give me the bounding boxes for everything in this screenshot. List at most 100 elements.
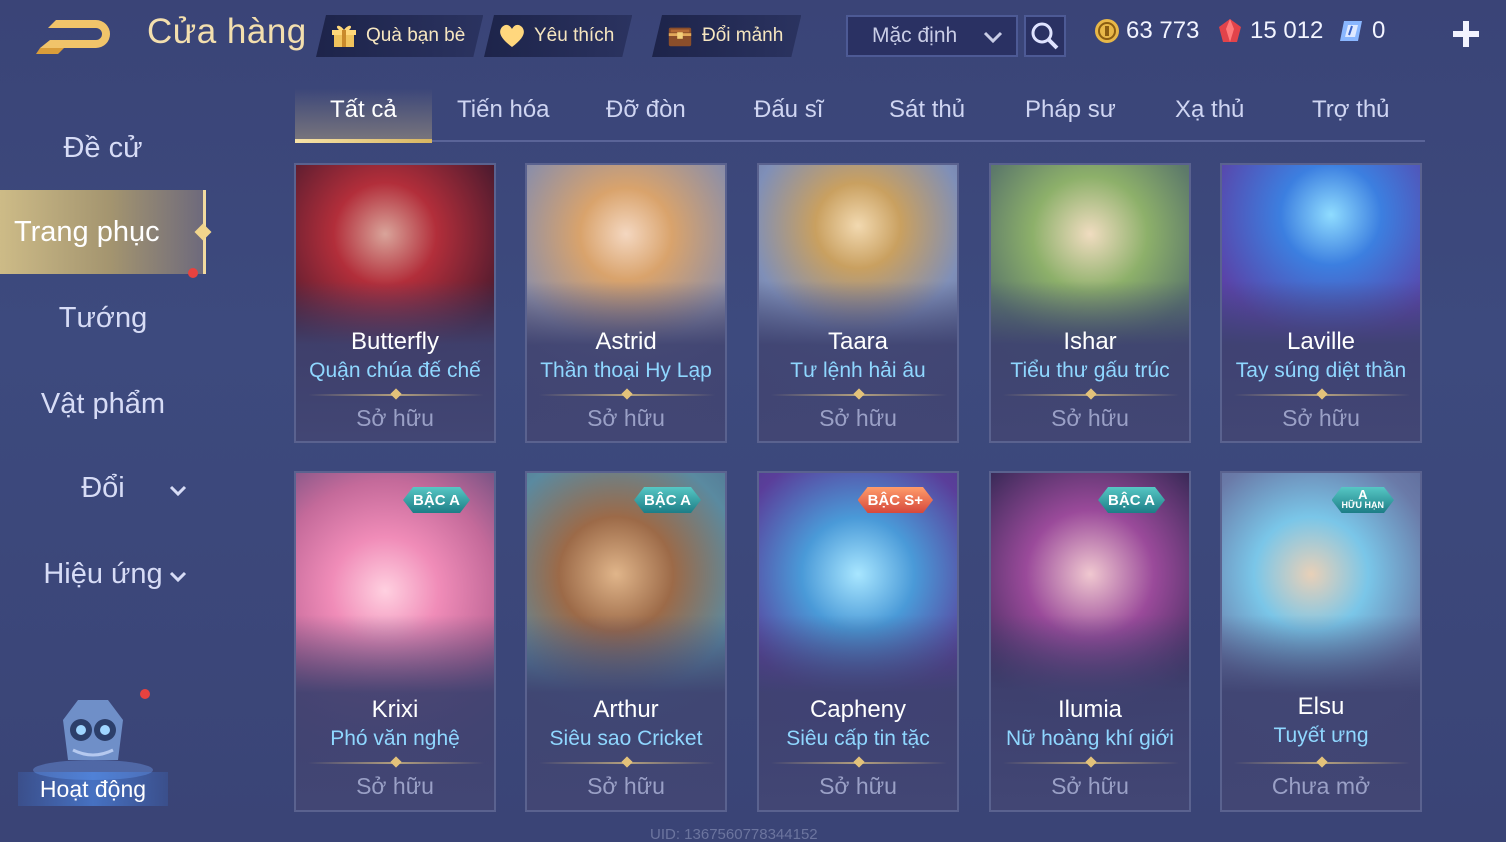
tab-evolution[interactable]: Tiến hóa (457, 96, 550, 124)
top-bar: Cửa hàng Quà bạn bè Yêu thích Đổi mảnh M… (0, 0, 1506, 72)
event-owl-icon (33, 700, 153, 780)
exchange-shards-button[interactable]: Đổi mảnh (652, 15, 801, 57)
voucher-icon (1340, 21, 1362, 41)
friend-gift-button[interactable]: Quà bạn bè (316, 15, 483, 57)
ownership-status: Sở hữu (587, 773, 665, 799)
card-divider (308, 762, 484, 764)
tab-assassin[interactable]: Sát thủ (889, 96, 965, 124)
sidebar-item-skins[interactable]: Trang phục (0, 190, 212, 274)
active-indicator-icon (194, 223, 212, 241)
skin-card[interactable]: BẬC A Arthur Siêu sao Cricket Sở hữu (525, 471, 727, 812)
friend-gift-label: Quà bạn bè (366, 25, 466, 46)
tab-all[interactable]: Tất cả (330, 96, 397, 124)
sidebar-item-effects[interactable]: Hiệu ứng (0, 532, 206, 616)
hero-name: Butterfly (350, 328, 440, 355)
card-divider (539, 762, 715, 764)
hero-name: Laville (1286, 328, 1356, 355)
card-divider (1234, 394, 1410, 396)
sidebar-item-label: Đề cử (63, 131, 143, 164)
skin-card[interactable]: Ishar Tiểu thư gấu trúc Sở hữu (989, 163, 1191, 443)
card-divider (1003, 762, 1179, 764)
hero-name: Arthur (593, 696, 659, 723)
gift-icon (330, 22, 358, 50)
tab-mage[interactable]: Pháp sư (1025, 96, 1116, 124)
card-divider (771, 762, 947, 764)
ownership-status: Sở hữu (819, 405, 897, 431)
skin-name: Phó văn nghệ (330, 727, 460, 750)
voucher-balance: 0 (1338, 17, 1385, 45)
sort-dropdown[interactable]: Mặc định (846, 15, 1018, 57)
tier-badge: BẬC A (1098, 487, 1165, 513)
plus-icon (1453, 21, 1479, 47)
sidebar-item-exchange[interactable]: Đổi (0, 446, 206, 530)
skin-name: Siêu cấp tin tặc (786, 727, 930, 750)
skin-card[interactable]: BẬC A Ilumia Nữ hoàng khí giới Sở hữu (989, 471, 1191, 812)
skin-card[interactable]: BẬC A Krixi Phó văn nghệ Sở hữu (294, 471, 496, 812)
tier-badge: BẬC A (403, 487, 470, 513)
sidebar-item-label: Đổi (81, 471, 125, 504)
hero-name: Astrid (595, 328, 657, 355)
skin-name: Tuyết ưng (1273, 724, 1369, 747)
back-button[interactable] (34, 14, 116, 56)
skin-card[interactable]: A HỮU HẠN Elsu Tuyết ưng Chưa mở (1220, 471, 1422, 812)
tab-marksman[interactable]: Xạ thủ (1175, 96, 1244, 124)
hero-name: Elsu (1297, 693, 1345, 720)
ownership-status: Sở hữu (356, 405, 434, 431)
tier-badge-note: HỮU HẠN (1341, 500, 1384, 510)
ownership-status: Sở hữu (1051, 405, 1129, 431)
notification-dot (188, 268, 198, 278)
gold-coin-icon (1095, 19, 1119, 43)
skin-name: Nữ hoàng khí giới (1006, 727, 1174, 750)
favorite-button[interactable]: Yêu thích (484, 15, 632, 57)
gold-amount: 63 773 (1126, 17, 1200, 44)
ownership-status: Sở hữu (356, 773, 434, 799)
ownership-status: Sở hữu (1282, 405, 1360, 431)
add-currency-button[interactable] (1448, 16, 1484, 52)
tab-fighter[interactable]: Đấu sĩ (754, 96, 823, 124)
skin-card[interactable]: Butterfly Quận chúa đế chế Sở hữu (294, 163, 496, 443)
category-tabs: Tất cả Tiến hóa Đỡ đòn Đấu sĩ Sát thủ Ph… (295, 88, 1425, 143)
ownership-status: Sở hữu (819, 773, 897, 799)
hero-name: Ilumia (1057, 696, 1123, 723)
tier-badge: BẬC S+ (858, 487, 933, 513)
skin-name: Quận chúa đế chế (309, 359, 481, 382)
tier-badge: A HỮU HẠN (1332, 487, 1394, 513)
chest-icon (666, 22, 694, 50)
tab-tank[interactable]: Đỡ đòn (606, 96, 686, 124)
card-divider (308, 394, 484, 396)
search-button[interactable] (1024, 15, 1066, 57)
event-button[interactable]: Hoạt động (18, 690, 168, 814)
voucher-amount: 0 (1372, 17, 1386, 44)
tab-support[interactable]: Trợ thủ (1312, 96, 1390, 124)
hero-name: Taara (827, 328, 889, 355)
sidebar-item-heroes[interactable]: Tướng (0, 276, 206, 360)
card-divider (1003, 394, 1179, 396)
hero-name: Ishar (1063, 328, 1117, 355)
card-divider (539, 394, 715, 396)
heart-icon (498, 22, 526, 50)
ownership-status: Sở hữu (587, 405, 665, 431)
sidebar-item-label: Tướng (58, 301, 148, 334)
sidebar-item-items[interactable]: Vật phẩm (0, 268, 206, 446)
skin-card[interactable]: Astrid Thần thoại Hy Lạp Sở hữu (525, 163, 727, 443)
ownership-status: Sở hữu (1051, 773, 1129, 799)
hero-name: Krixi (371, 696, 419, 723)
tier-badge-grade: A (1358, 487, 1368, 502)
favorite-label: Yêu thích (534, 25, 615, 46)
skin-card[interactable]: Taara Tư lệnh hải âu Sở hữu (757, 163, 959, 443)
skin-card[interactable]: BẬC S+ Capheny Siêu cấp tin tặc Sở hữu (757, 471, 959, 812)
skin-card[interactable]: Laville Tay súng diệt thần Sở hữu (1220, 163, 1422, 443)
sidebar-item-recommended[interactable]: Đề cử (0, 106, 206, 190)
back-arrow-icon (36, 20, 110, 54)
chevron-down-icon (982, 26, 1004, 54)
hero-name: Capheny (809, 696, 907, 723)
skin-name: Siêu sao Cricket (549, 727, 703, 750)
chevron-down-icon (168, 562, 188, 595)
sidebar-item-label: Hiệu ứng (43, 557, 163, 590)
tier-badge: BẬC A (634, 487, 701, 513)
search-icon (1031, 22, 1059, 50)
skin-name: Tư lệnh hải âu (790, 359, 926, 382)
exchange-shards-label: Đổi mảnh (702, 25, 784, 46)
skin-name: Tiểu thư gấu trúc (1010, 359, 1170, 382)
skin-name: Tay súng diệt thần (1235, 359, 1407, 382)
